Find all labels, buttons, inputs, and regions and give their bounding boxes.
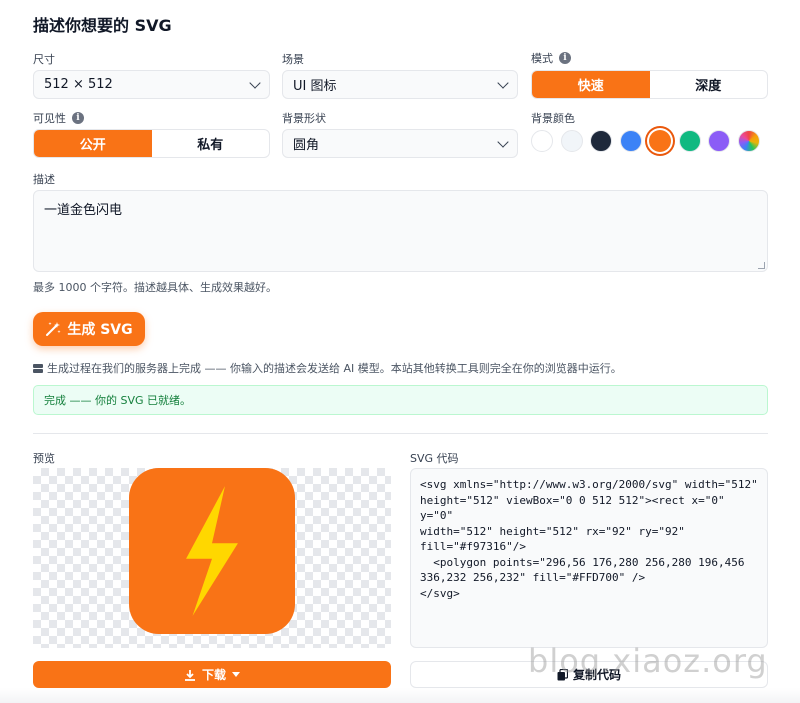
visibility-private-option[interactable]: 私有 [152, 130, 270, 157]
description-label-text: 描述 [33, 173, 55, 186]
swatch-dark-slate[interactable] [590, 130, 612, 152]
bg-color-label: 背景颜色 [531, 110, 575, 126]
scene-label-text: 场景 [282, 53, 304, 66]
bg-color-label-text: 背景颜色 [531, 112, 575, 125]
scene-select-value: UI 图标 [293, 79, 337, 94]
visibility-public-option[interactable]: 公开 [34, 130, 152, 157]
scene-label: 场景 [282, 51, 304, 67]
visibility-label-text: 可见性 [33, 112, 66, 125]
description-textarea[interactable]: 一道金色闪电 [33, 190, 768, 272]
svg-preview [33, 468, 391, 648]
magic-wand-icon [46, 322, 61, 336]
visibility-label: 可见性 i [33, 110, 84, 126]
svg-code-block[interactable]: <svg xmlns="http://www.w3.org/2000/svg" … [410, 468, 768, 648]
mode-deep-option[interactable]: 深度 [650, 71, 768, 98]
swatch-purple[interactable] [708, 130, 730, 152]
mode-segmented: 快速 深度 [531, 70, 768, 99]
swatch-rainbow[interactable] [737, 130, 760, 152]
info-icon[interactable]: i [559, 52, 571, 64]
divider [33, 433, 768, 434]
info-icon[interactable]: i [72, 112, 84, 124]
caret-down-icon [232, 671, 240, 677]
size-label-text: 尺寸 [33, 53, 55, 66]
swatch-white[interactable] [531, 130, 553, 152]
preview-image [129, 468, 295, 634]
download-button[interactable]: 下载 [33, 661, 391, 688]
mode-label: 模式 i [531, 50, 571, 66]
mode-label-text: 模式 [531, 52, 553, 65]
code-label-text: SVG 代码 [410, 452, 459, 465]
server-note: 生成过程在我们的服务器上完成 —— 你输入的描述会发送给 AI 模型。本站其他转… [33, 360, 622, 376]
bg-shape-select-value: 圆角 [293, 138, 320, 153]
description-label: 描述 [33, 171, 55, 187]
code-label: SVG 代码 [410, 450, 459, 466]
download-label: 下载 [201, 668, 226, 682]
swatch-orange[interactable] [649, 130, 671, 152]
generate-svg-label: 生成 SVG [67, 322, 133, 338]
bg-shape-label: 背景形状 [282, 110, 326, 126]
swatch-blue[interactable] [619, 130, 642, 152]
status-success-text: 完成 —— 你的 SVG 已就绪。 [44, 394, 192, 407]
chevron-down-icon [497, 135, 509, 148]
watermark: blog.xiaoz.org [528, 642, 768, 680]
bg-shape-label-text: 背景形状 [282, 112, 326, 125]
status-success: 完成 —— 你的 SVG 已就绪。 [33, 385, 768, 415]
size-select[interactable]: 512 × 512 [33, 70, 270, 99]
preview-label: 预览 [33, 450, 55, 466]
swatch-green[interactable] [678, 130, 701, 152]
size-label: 尺寸 [33, 51, 55, 67]
description-hint: 最多 1000 个字符。描述越具体、生成效果越好。 [33, 281, 277, 294]
generate-svg-button[interactable]: 生成 SVG [33, 312, 145, 346]
bg-color-swatches [531, 130, 760, 152]
size-select-value: 512 × 512 [44, 77, 113, 92]
page-title: 描述你想要的 SVG [33, 16, 172, 35]
bg-shape-select[interactable]: 圆角 [282, 129, 518, 158]
scene-select[interactable]: UI 图标 [282, 70, 518, 99]
preview-label-text: 预览 [33, 452, 55, 465]
resize-handle[interactable] [758, 262, 765, 269]
chevron-down-icon [497, 76, 509, 89]
visibility-segmented: 公开 私有 [33, 129, 270, 158]
bottom-fade [0, 688, 800, 703]
swatch-light-gray[interactable] [560, 130, 583, 152]
server-icon [33, 363, 43, 373]
server-note-text: 生成过程在我们的服务器上完成 —— 你输入的描述会发送给 AI 模型。本站其他转… [47, 362, 622, 375]
description-value: 一道金色闪电 [44, 203, 123, 218]
mode-fast-option[interactable]: 快速 [532, 71, 650, 98]
chevron-down-icon [249, 76, 261, 89]
download-icon [184, 669, 195, 681]
